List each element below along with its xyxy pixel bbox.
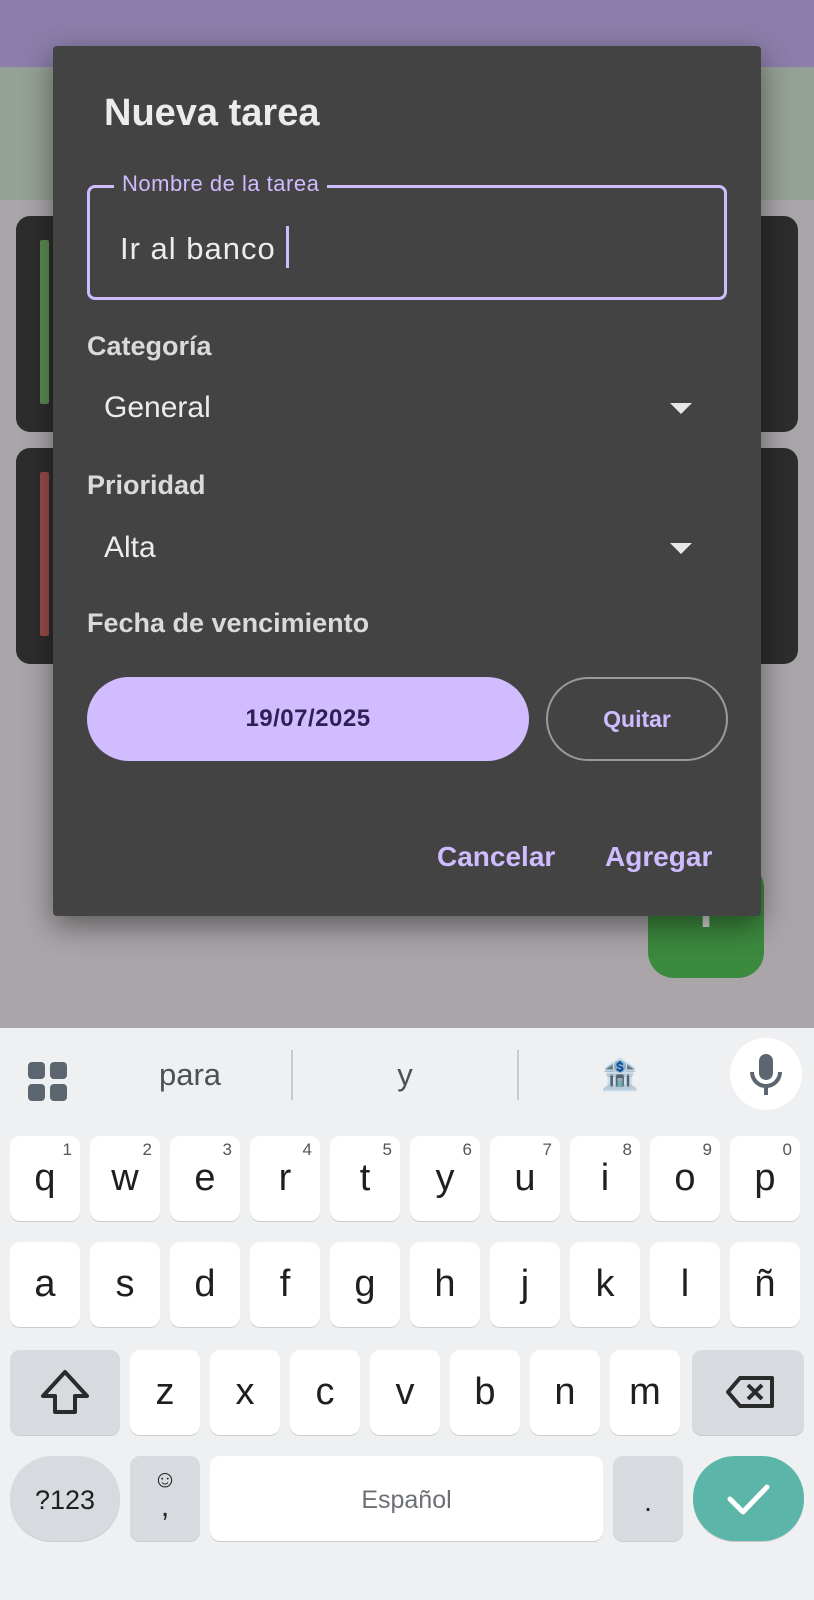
space-key[interactable]: Español: [210, 1456, 603, 1541]
shift-arrow-icon: [41, 1370, 89, 1414]
key-y[interactable]: y6: [410, 1136, 480, 1221]
key-v[interactable]: v: [370, 1350, 440, 1435]
suggestion-strip: para y 🏦: [0, 1028, 814, 1124]
key-s[interactable]: s: [90, 1242, 160, 1327]
key-k[interactable]: k: [570, 1242, 640, 1327]
cancel-button[interactable]: Cancelar: [437, 841, 555, 873]
task-name-value[interactable]: Ir al banco: [120, 226, 289, 268]
category-label: Categoría: [87, 331, 212, 361]
new-task-dialog: Nueva tarea Nombre de la tarea Ir al ban…: [53, 46, 761, 916]
priority-label: Prioridad: [87, 470, 206, 500]
checkmark-icon: [727, 1484, 770, 1515]
key-b[interactable]: b: [450, 1350, 520, 1435]
caret-down-icon: [670, 403, 692, 414]
remove-date-button[interactable]: Quitar: [546, 677, 728, 761]
shift-key[interactable]: [10, 1350, 120, 1435]
key-m[interactable]: m: [610, 1350, 680, 1435]
caret-down-icon: [670, 543, 692, 554]
key-q[interactable]: q1: [10, 1136, 80, 1221]
key-z[interactable]: z: [130, 1350, 200, 1435]
priority-value: Alta: [104, 531, 156, 564]
priority-stripe: [40, 472, 49, 636]
period-key[interactable]: .: [613, 1456, 683, 1541]
category-value: General: [104, 391, 211, 424]
task-name-label: Nombre de la tarea: [114, 171, 328, 197]
symbols-key[interactable]: ?123: [10, 1456, 120, 1541]
key-n[interactable]: n: [530, 1350, 600, 1435]
task-name-field[interactable]: Nombre de la tarea Ir al banco: [87, 171, 727, 300]
key-f[interactable]: f: [250, 1242, 320, 1327]
key-o[interactable]: o9: [650, 1136, 720, 1221]
key-a[interactable]: a: [10, 1242, 80, 1327]
apps-grid-icon[interactable]: [28, 1062, 68, 1102]
soft-keyboard: para y 🏦 ?123 ☺ , Español . q 1 w 2 e 3 …: [0, 1028, 814, 1600]
key-t[interactable]: t5: [330, 1136, 400, 1221]
backspace-key[interactable]: [692, 1350, 804, 1435]
key-w[interactable]: w2: [90, 1136, 160, 1221]
priority-dropdown[interactable]: Alta: [87, 519, 727, 579]
suggestion-divider: [291, 1050, 293, 1100]
microphone-icon: [750, 1054, 782, 1095]
suggestion-1[interactable]: para: [110, 1050, 270, 1100]
key-i[interactable]: i8: [570, 1136, 640, 1221]
key-d[interactable]: d: [170, 1242, 240, 1327]
key-g[interactable]: g: [330, 1242, 400, 1327]
suggestion-3[interactable]: 🏦: [540, 1050, 700, 1100]
enter-key[interactable]: [693, 1456, 804, 1541]
suggestion-divider: [517, 1050, 519, 1100]
category-dropdown[interactable]: General: [87, 379, 727, 439]
key-l[interactable]: l: [650, 1242, 720, 1327]
key-ñ[interactable]: ñ: [730, 1242, 800, 1327]
key-x[interactable]: x: [210, 1350, 280, 1435]
key-e[interactable]: e3: [170, 1136, 240, 1221]
key-h[interactable]: h: [410, 1242, 480, 1327]
key-c[interactable]: c: [290, 1350, 360, 1435]
add-button[interactable]: Agregar: [605, 841, 712, 873]
key-r[interactable]: r4: [250, 1136, 320, 1221]
key-u[interactable]: u7: [490, 1136, 560, 1221]
due-date-label: Fecha de vencimiento: [87, 608, 370, 638]
dialog-title: Nueva tarea: [104, 92, 320, 134]
suggestion-2[interactable]: y: [325, 1050, 485, 1100]
microphone-button[interactable]: [730, 1038, 802, 1110]
key-p[interactable]: p0: [730, 1136, 800, 1221]
emoji-comma-key[interactable]: ☺ ,: [130, 1456, 200, 1541]
text-cursor: [285, 226, 289, 268]
backspace-icon: [726, 1376, 774, 1408]
category-stripe: [40, 240, 49, 404]
due-date-button[interactable]: 19/07/2025: [87, 677, 529, 761]
key-j[interactable]: j: [490, 1242, 560, 1327]
